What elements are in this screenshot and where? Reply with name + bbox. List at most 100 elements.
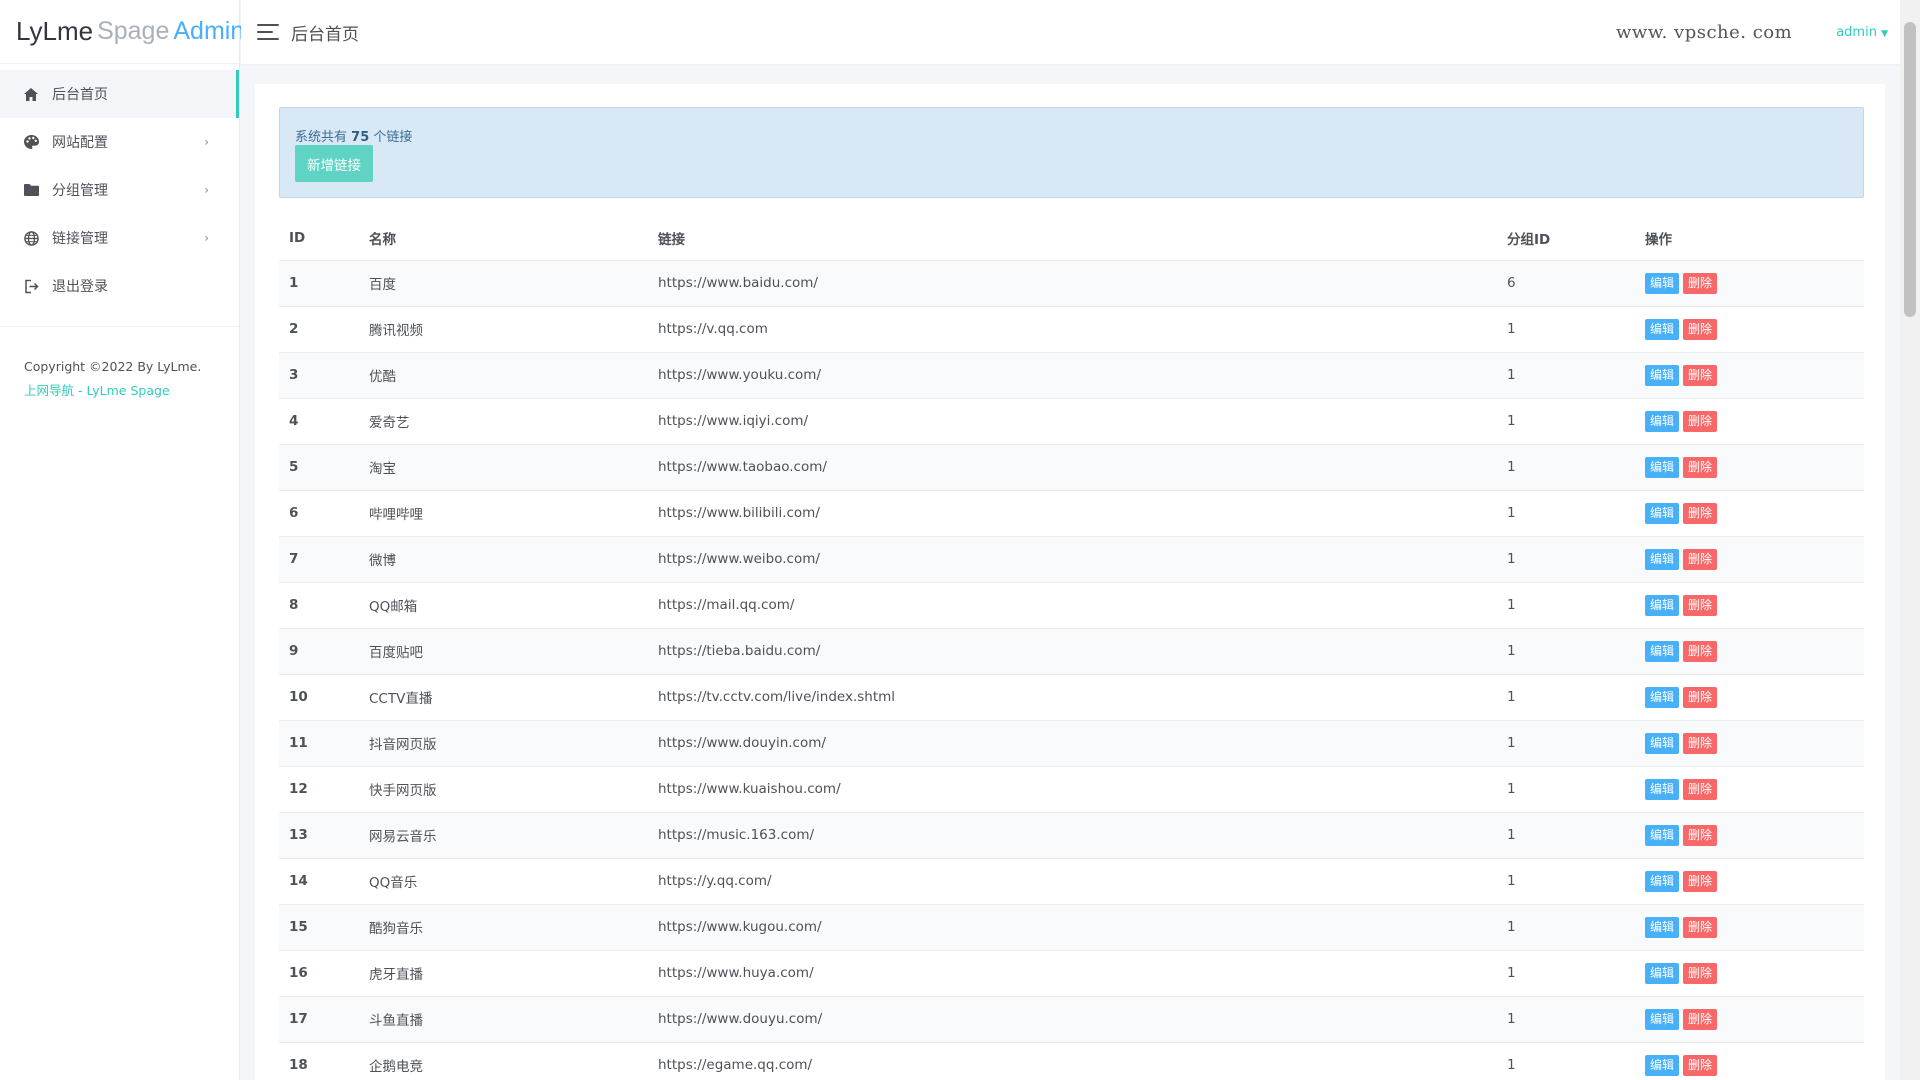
edit-button[interactable]: 编辑	[1645, 1054, 1680, 1076]
cell-group-id: 1	[1497, 996, 1635, 1043]
main-card: 系统共有 75 个链接 新增链接 ID 名称 链接 分组ID 操作 1 百度 htt…	[255, 84, 1885, 1080]
logo-part-spage: Spage	[97, 17, 170, 45]
table-header-row: ID 名称 链接 分组ID 操作	[279, 217, 1864, 261]
cell-actions: 编辑 删除	[1635, 674, 1864, 721]
cell-actions: 编辑 删除	[1635, 766, 1864, 813]
cell-name: 酷狗音乐	[359, 904, 648, 951]
cell-group-id: 1	[1497, 720, 1635, 767]
delete-button[interactable]: 删除	[1683, 456, 1718, 478]
app: LyLme Spage Admin 后台首页 网站配置 › 分组管理 › 链接管…	[0, 0, 1920, 1080]
delete-button[interactable]: 删除	[1683, 548, 1718, 570]
edit-button[interactable]: 编辑	[1645, 916, 1680, 938]
add-link-button[interactable]: 新增链接	[295, 145, 373, 182]
cell-name: QQ邮箱	[359, 582, 648, 629]
cell-name: 微博	[359, 536, 648, 583]
table-row: 14 QQ音乐 https://y.qq.com/1 编辑 删除	[279, 858, 1864, 905]
cell-url: https://www.iqiyi.com/	[648, 398, 1497, 445]
delete-button[interactable]: 删除	[1683, 364, 1718, 386]
menu-toggle-icon[interactable]	[257, 24, 279, 40]
cell-actions: 编辑 删除	[1635, 444, 1864, 491]
edit-button[interactable]: 编辑	[1645, 1008, 1680, 1030]
cell-id: 7	[279, 536, 359, 583]
sidebar-item-home[interactable]: 后台首页	[0, 70, 239, 118]
sidebar-item-link-manage[interactable]: 链接管理 ›	[0, 214, 239, 262]
cell-name: 抖音网页版	[359, 720, 648, 767]
chevron-right-icon: ›	[204, 183, 209, 197]
copyright-link[interactable]: 上网导航 - LyLme Spage	[24, 379, 215, 403]
cell-id: 3	[279, 352, 359, 399]
edit-button[interactable]: 编辑	[1645, 272, 1680, 294]
edit-button[interactable]: 编辑	[1645, 962, 1680, 984]
cell-id: 12	[279, 766, 359, 813]
cell-id: 13	[279, 812, 359, 859]
cell-id: 17	[279, 996, 359, 1043]
delete-button[interactable]: 删除	[1683, 640, 1718, 662]
cell-group-id: 1	[1497, 674, 1635, 721]
edit-button[interactable]: 编辑	[1645, 778, 1680, 800]
cell-url: https://www.bilibili.com/	[648, 490, 1497, 537]
cell-name: 百度	[359, 260, 648, 307]
table-row: 17 斗鱼直播 https://www.douyu.com/1 编辑 删除	[279, 996, 1864, 1043]
cell-actions: 编辑 删除	[1635, 260, 1864, 307]
delete-button[interactable]: 删除	[1683, 916, 1718, 938]
cell-actions: 编辑 删除	[1635, 536, 1864, 583]
delete-button[interactable]: 删除	[1683, 1008, 1718, 1030]
edit-button[interactable]: 编辑	[1645, 502, 1680, 524]
sidebar-item-group-manage[interactable]: 分组管理 ›	[0, 166, 239, 214]
cell-name: 虎牙直播	[359, 950, 648, 997]
cell-name: 网易云音乐	[359, 812, 648, 859]
cell-group-id: 1	[1497, 1042, 1635, 1080]
edit-button[interactable]: 编辑	[1645, 318, 1680, 340]
edit-button[interactable]: 编辑	[1645, 824, 1680, 846]
delete-button[interactable]: 删除	[1683, 1054, 1718, 1076]
delete-button[interactable]: 删除	[1683, 272, 1718, 294]
cell-url: https://tieba.baidu.com/	[648, 628, 1497, 675]
logo[interactable]: LyLme Spage Admin	[0, 0, 244, 64]
sidebar-item-logout[interactable]: 退出登录	[0, 262, 239, 310]
cell-name: 爱奇艺	[359, 398, 648, 445]
edit-button[interactable]: 编辑	[1645, 732, 1680, 754]
cell-actions: 编辑 删除	[1635, 306, 1864, 353]
delete-button[interactable]: 删除	[1683, 962, 1718, 984]
cell-url: https://www.huya.com/	[648, 950, 1497, 997]
info-alert: 系统共有 75 个链接 新增链接	[279, 107, 1864, 198]
cell-id: 11	[279, 720, 359, 767]
delete-button[interactable]: 删除	[1683, 778, 1718, 800]
table-row: 15 酷狗音乐 https://www.kugou.com/1 编辑 删除	[279, 904, 1864, 951]
cell-group-id: 1	[1497, 444, 1635, 491]
edit-button[interactable]: 编辑	[1645, 410, 1680, 432]
delete-button[interactable]: 删除	[1683, 318, 1718, 340]
delete-button[interactable]: 删除	[1683, 502, 1718, 524]
sidebar-item-label: 后台首页	[52, 87, 108, 103]
cell-name: 腾讯视频	[359, 306, 648, 353]
delete-button[interactable]: 删除	[1683, 594, 1718, 616]
delete-button[interactable]: 删除	[1683, 732, 1718, 754]
cell-group-id: 6	[1497, 260, 1635, 307]
user-menu[interactable]: admin ▼	[1836, 25, 1888, 40]
column-header-name: 名称	[359, 217, 648, 261]
delete-button[interactable]: 删除	[1683, 686, 1718, 708]
column-header-actions: 操作	[1635, 217, 1864, 261]
edit-button[interactable]: 编辑	[1645, 364, 1680, 386]
delete-button[interactable]: 删除	[1683, 824, 1718, 846]
edit-button[interactable]: 编辑	[1645, 870, 1680, 892]
edit-button[interactable]: 编辑	[1645, 456, 1680, 478]
cell-id: 10	[279, 674, 359, 721]
cell-url: https://v.qq.com	[648, 306, 1497, 353]
page-scrollbar[interactable]	[1900, 0, 1920, 1080]
logout-icon	[22, 277, 40, 295]
delete-button[interactable]: 删除	[1683, 410, 1718, 432]
sidebar-item-site-config[interactable]: 网站配置 ›	[0, 118, 239, 166]
edit-button[interactable]: 编辑	[1645, 640, 1680, 662]
cell-id: 18	[279, 1042, 359, 1080]
delete-button[interactable]: 删除	[1683, 870, 1718, 892]
edit-button[interactable]: 编辑	[1645, 686, 1680, 708]
cell-id: 2	[279, 306, 359, 353]
edit-button[interactable]: 编辑	[1645, 548, 1680, 570]
edit-button[interactable]: 编辑	[1645, 594, 1680, 616]
table-row: 7 微博 https://www.weibo.com/1 编辑 删除	[279, 536, 1864, 583]
cell-group-id: 1	[1497, 858, 1635, 905]
cell-url: https://www.youku.com/	[648, 352, 1497, 399]
scrollbar-thumb[interactable]	[1904, 22, 1916, 317]
cell-group-id: 1	[1497, 306, 1635, 353]
